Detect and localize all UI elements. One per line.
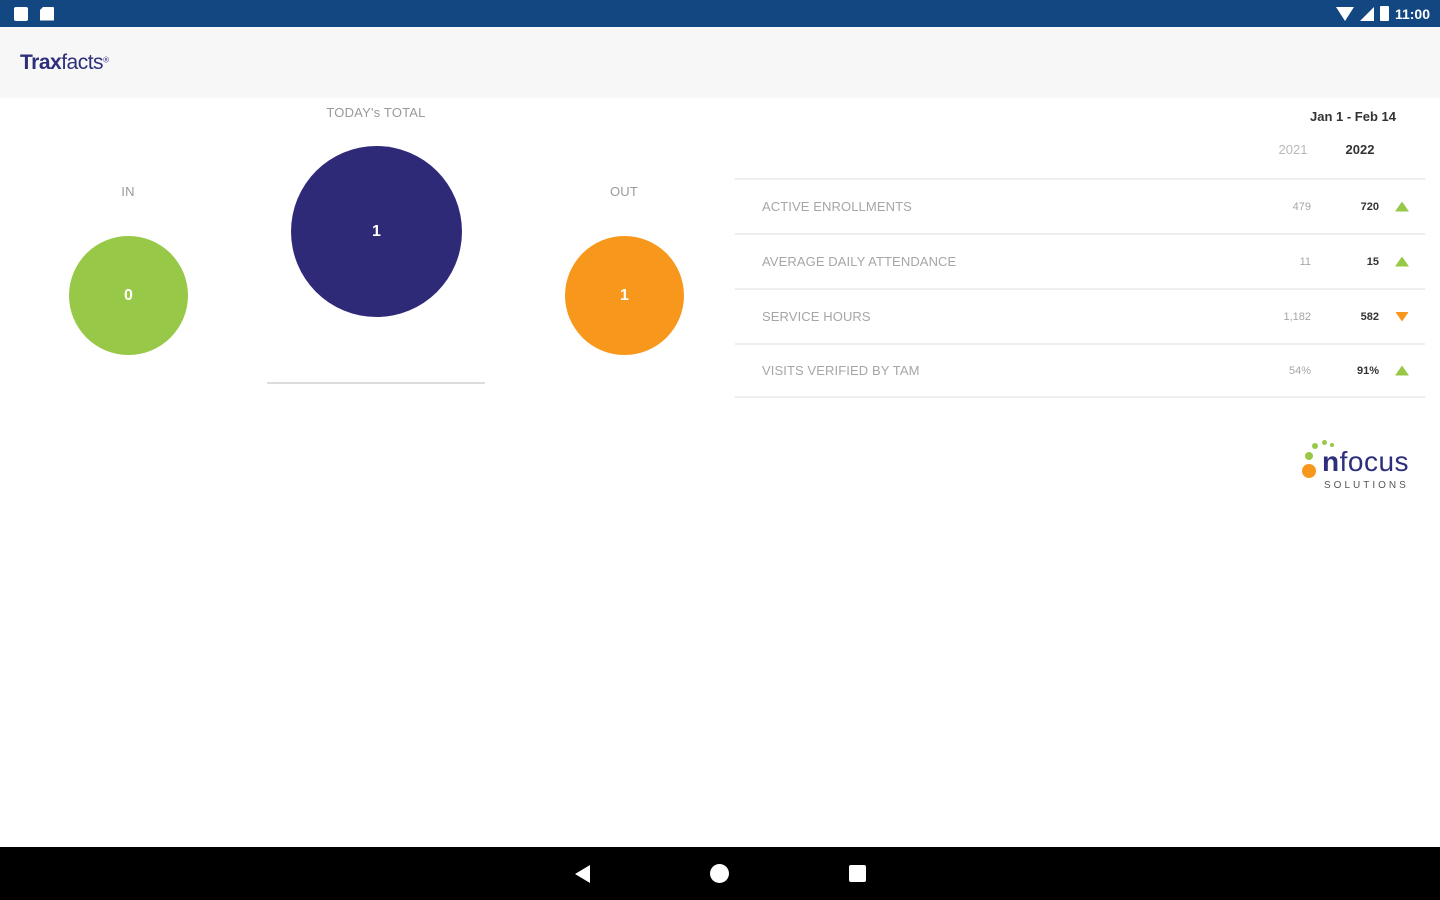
back-icon[interactable] <box>574 864 590 883</box>
logo-facts: facts <box>61 50 104 74</box>
year-prev-header: 2021 <box>1278 142 1308 157</box>
clock: 11:00 <box>1394 5 1430 22</box>
in-circle[interactable]: 0 <box>69 236 188 355</box>
battery-icon <box>1379 6 1389 21</box>
stat-row-curr-value: 720 <box>1360 200 1379 213</box>
status-bar: 11:00 <box>0 0 1440 27</box>
nfocus-logo: nfocus SOLUTIONS <box>1300 440 1426 492</box>
nfocus-wordmark: nfocus <box>1322 446 1410 477</box>
home-icon[interactable] <box>709 864 729 883</box>
stat-row-prev-value: 479 <box>1292 200 1311 213</box>
out-label: OUT <box>609 184 639 199</box>
sync-icon <box>14 6 28 21</box>
sd-card-icon <box>40 6 54 21</box>
stat-row-service-hours[interactable]: SERVICE HOURS 1,182 582 <box>735 288 1425 343</box>
total-circle[interactable]: 1 <box>291 146 462 317</box>
app-bar: Traxfacts® <box>0 27 1440 98</box>
total-divider <box>267 382 485 384</box>
stat-row-prev-value: 1,182 <box>1283 310 1311 323</box>
stat-row-visits-verified[interactable]: VISITS VERIFIED BY TAM 54% 91% <box>735 343 1425 398</box>
stat-row-active-enrollments[interactable]: ACTIVE ENROLLMENTS 479 720 <box>735 178 1425 233</box>
stat-row-average-daily-attendance[interactable]: AVERAGE DAILY ATTENDANCE 11 15 <box>735 233 1425 288</box>
system-indicators: 11:00 <box>1335 5 1430 22</box>
trend-up-icon <box>1395 201 1409 212</box>
traxfacts-logo[interactable]: Traxfacts® <box>20 51 109 75</box>
trademark-icon: ® <box>103 55 109 65</box>
stat-row-label: SERVICE HOURS <box>762 309 871 324</box>
stat-row-label: VISITS VERIFIED BY TAM <box>762 363 920 378</box>
nfocus-subtitle: SOLUTIONS <box>1324 480 1409 491</box>
date-range: Jan 1 - Feb 14 <box>1310 109 1396 124</box>
year-curr-header: 2022 <box>1345 142 1375 157</box>
wifi-icon <box>1335 6 1354 21</box>
stat-row-curr-value: 91% <box>1356 364 1379 377</box>
stat-row-label: ACTIVE ENROLLMENTS <box>762 199 912 214</box>
recents-icon[interactable] <box>848 865 866 882</box>
stat-row-prev-value: 54% <box>1288 364 1311 377</box>
navigation-bar <box>0 847 1440 900</box>
stat-row-curr-value: 582 <box>1360 310 1379 323</box>
in-value: 0 <box>124 286 133 304</box>
trend-up-icon <box>1395 256 1409 267</box>
stat-row-prev-value: 11 <box>1299 255 1311 268</box>
notification-icons <box>14 6 54 21</box>
trend-down-icon <box>1395 311 1409 322</box>
total-label: TODAY's TOTAL <box>326 105 426 120</box>
total-value: 1 <box>372 222 381 240</box>
out-circle[interactable]: 1 <box>565 236 684 355</box>
in-label: IN <box>121 184 135 199</box>
stats-table: ACTIVE ENROLLMENTS 479 720 AVERAGE DAILY… <box>735 178 1425 398</box>
signal-icon <box>1359 6 1374 21</box>
trend-up-icon <box>1395 365 1409 376</box>
logo-trax: Trax <box>20 50 62 74</box>
stat-row-label: AVERAGE DAILY ATTENDANCE <box>762 254 957 269</box>
out-value: 1 <box>620 286 629 304</box>
stat-row-curr-value: 15 <box>1366 255 1379 268</box>
